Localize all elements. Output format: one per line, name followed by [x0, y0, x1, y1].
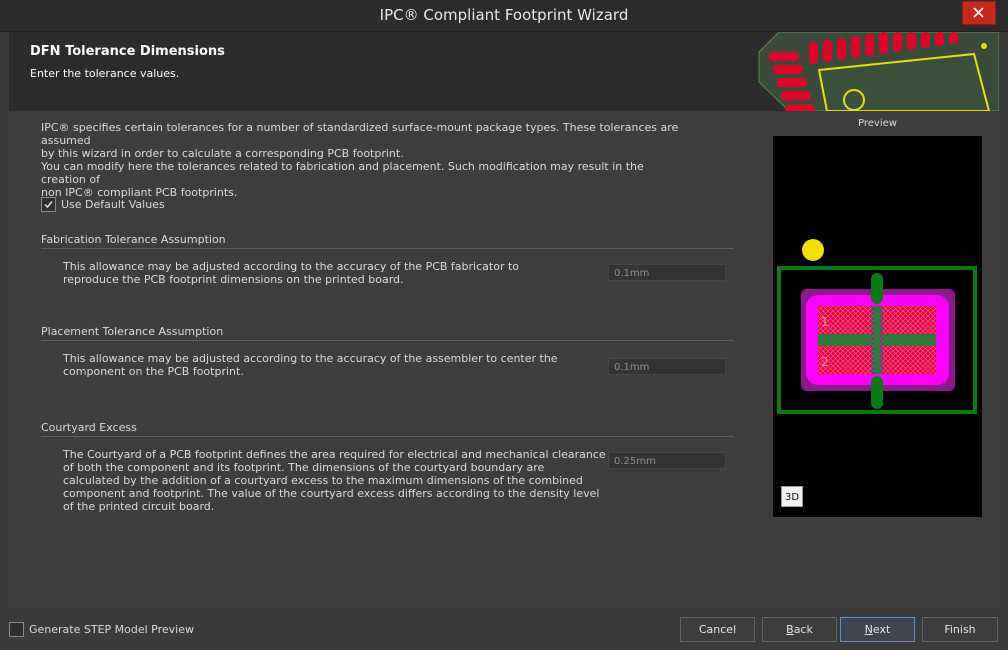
window-title: IPC® Compliant Footprint Wizard	[379, 6, 629, 24]
description-line: component on the PCB footprint.	[63, 365, 244, 378]
courtyard-excess-input[interactable]: 0.25mm	[608, 452, 726, 469]
wizard-header: DFN Tolerance Dimensions Enter the toler…	[9, 32, 999, 111]
title-bar: IPC® Compliant Footprint Wizard	[0, 0, 1008, 32]
cancel-button[interactable]: Cancel	[680, 617, 755, 642]
placement-tolerance-input[interactable]: 0.1mm	[608, 358, 726, 375]
description-line: calculated by the addition of a courtyar…	[63, 474, 583, 487]
pad-2-label: 2	[821, 355, 829, 369]
next-label-rest: ext	[872, 623, 891, 636]
next-button[interactable]: Next	[840, 617, 915, 642]
footprint-preview[interactable]: 1 2 3D	[773, 136, 982, 517]
pad-1-label: 1	[821, 315, 829, 329]
view-3d-button[interactable]: 3D	[781, 486, 803, 507]
generate-step-preview-label: Generate STEP Model Preview	[29, 623, 194, 636]
placement-section-title: Placement Tolerance Assumption	[41, 325, 224, 338]
centerline-vertical-bottom	[871, 376, 883, 409]
centerline-vertical-top	[871, 273, 883, 304]
use-default-values-checkbox[interactable]	[41, 197, 56, 212]
back-button[interactable]: Back	[762, 617, 837, 642]
footprint-drawing: 1 2	[777, 239, 977, 414]
use-default-values-label: Use Default Values	[61, 198, 165, 211]
generate-step-preview-checkbox[interactable]	[9, 622, 24, 637]
section-divider	[41, 248, 734, 249]
intro-line: by this wizard in order to calculate a c…	[41, 147, 404, 160]
description-line: This allowance may be adjusted according…	[63, 352, 558, 365]
generate-step-preview-row[interactable]: Generate STEP Model Preview	[9, 622, 194, 637]
description-line: of both the component and its footprint.…	[63, 461, 545, 474]
page-title: DFN Tolerance Dimensions	[30, 44, 225, 59]
courtyard-section-title: Courtyard Excess	[41, 421, 137, 434]
intro-line: IPC® specifies certain tolerances for a …	[41, 121, 679, 147]
close-button[interactable]	[962, 1, 996, 25]
intro-line: You can modify here the tolerances relat…	[41, 160, 644, 186]
back-label-rest: ack	[793, 623, 813, 636]
intro-text: IPC® specifies certain tolerances for a …	[41, 121, 691, 199]
fabrication-section-title: Fabrication Tolerance Assumption	[41, 233, 226, 246]
fabrication-tolerance-input[interactable]: 0.1mm	[608, 264, 726, 281]
close-icon	[973, 7, 984, 18]
courtyard-description: The Courtyard of a PCB footprint defines…	[63, 448, 606, 513]
page-subtitle: Enter the tolerance values.	[30, 67, 180, 80]
pcb-header-image	[749, 32, 999, 111]
placement-description: This allowance may be adjusted according…	[63, 352, 558, 378]
description-line: of the printed circuit board.	[63, 500, 215, 513]
description-line: This allowance may be adjusted according…	[63, 260, 520, 273]
centerline-vertical-core	[874, 306, 880, 374]
section-divider	[41, 436, 734, 437]
next-accelerator: N	[864, 623, 873, 636]
preview-label: Preview	[858, 118, 897, 129]
description-line: The Courtyard of a PCB footprint defines…	[63, 448, 606, 461]
checkmark-icon	[44, 201, 53, 209]
description-line: component and footprint. The value of th…	[63, 487, 600, 500]
wizard-content: IPC® specifies certain tolerances for a …	[9, 112, 999, 607]
finish-button[interactable]: Finish	[922, 617, 998, 642]
section-divider	[41, 340, 734, 341]
pin1-marker	[802, 239, 824, 261]
back-accelerator: B	[786, 623, 794, 636]
use-default-values-row[interactable]: Use Default Values	[41, 197, 165, 213]
fabrication-description: This allowance may be adjusted according…	[63, 260, 519, 286]
description-line: reproduce the PCB footprint dimensions o…	[63, 273, 404, 286]
